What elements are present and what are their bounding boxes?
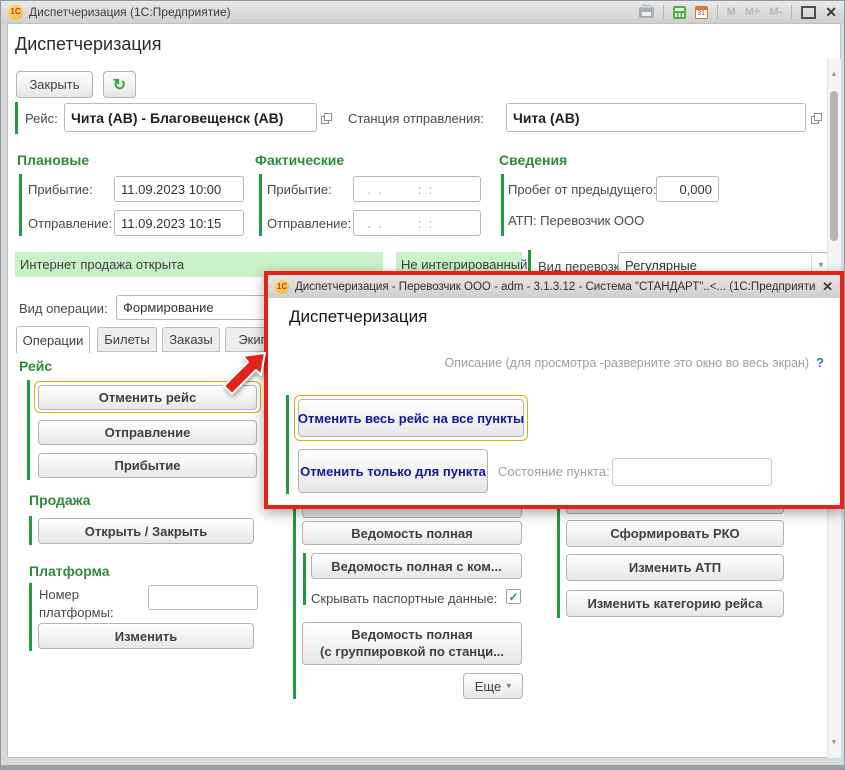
mileage-label: Пробег от предыдущего: [508,182,657,197]
hide-passport-label: Скрывать паспортные данные: [311,591,497,606]
app-window: 1С Диспетчеризация (1С:Предприятие) 31 M… [0,0,845,770]
memory-minus-button: M- [769,6,782,18]
memory-plus-button: M+ [745,6,761,18]
route-field[interactable]: Чита (АВ) - Благовещенск (АВ) [64,103,317,132]
check-icon: ✓ [508,590,518,604]
change-atp-button[interactable]: Изменить АТП [566,554,784,581]
cancel-all-points-button[interactable]: Отменить весь рейс на все пункты [298,399,524,437]
dialog-close-icon[interactable]: ✕ [822,280,833,293]
scrollbar-thumb[interactable] [830,91,838,241]
calculator-icon[interactable] [673,6,686,19]
point-state-label: Состояние пункта: [498,464,610,479]
group-accent-line [27,380,30,480]
window-title: Диспетчеризация (1С:Предприятие) [29,5,231,19]
platform-number-label: Номер платформы: [39,586,139,622]
scroll-down-icon[interactable]: ▼ [827,739,841,746]
change-platform-button[interactable]: Изменить [38,623,254,649]
scroll-up-icon[interactable]: ▲ [827,71,841,78]
page-title: Диспетчеризация [15,34,161,55]
open-route-icon[interactable] [321,111,332,129]
atp-text: АТП: Перевозчик ООО [508,213,644,228]
refresh-button[interactable]: ↻ [103,71,136,98]
chevron-down-icon: ▾ [506,681,511,692]
actual-departure-label: Отправление: [267,216,351,231]
operation-kind-label: Вид операции: [19,301,108,316]
group-accent-line [259,174,262,236]
sheet-full-comment-button[interactable]: Ведомость полная с ком... [311,553,522,579]
planned-departure-label: Отправление: [28,216,112,231]
arrival-button[interactable]: Прибытие [38,453,257,478]
platform-group-title: Платформа [29,563,110,579]
memory-recall-button: M [727,6,736,18]
planned-group-title: Плановые [17,152,89,168]
hide-passport-checkbox[interactable]: ✓ [506,589,521,604]
dialog-titlebar: 1С Диспетчеризация - Перевозчик ООО - ad… [268,275,840,298]
station-label: Станция отправления: [348,111,484,126]
trip-group-title: Рейс [19,358,52,374]
group-accent-line [29,583,32,651]
open-station-icon[interactable] [811,111,822,129]
print-icon[interactable] [639,7,654,18]
close-form-button[interactable]: Закрыть [16,71,93,98]
sheet-full-button[interactable]: Ведомость полная [302,521,522,545]
info-group-title: Сведения [499,152,567,168]
window-titlebar: 1С Диспетчеризация (1С:Предприятие) 31 M… [1,1,844,23]
group-accent-line [501,174,504,236]
open-close-sale-button[interactable]: Открыть / Закрыть [38,518,254,544]
group-accent-line [303,553,306,605]
dialog-title: Диспетчеризация - Перевозчик ООО - adm -… [295,281,816,293]
help-icon[interactable]: ? [816,355,824,370]
1c-logo-icon: 1С [8,5,23,20]
group-accent-line [286,395,289,494]
group-accent-line [15,102,18,134]
sheet-grouped-button[interactable]: Ведомость полная (с группировкой по стан… [302,622,522,665]
titlebar-divider [663,5,664,19]
departure-button[interactable]: Отправление [38,420,257,445]
dialog-description: Описание (для просмотра -разверните это … [445,356,810,370]
change-category-button[interactable]: Изменить категорию рейса [566,590,784,617]
group-accent-line [29,516,32,545]
planned-arrival-field[interactable]: 11.09.2023 10:00 [114,176,244,202]
mileage-field[interactable]: 0,000 [656,176,719,202]
maximize-icon[interactable] [801,6,816,19]
actual-arrival-label: Прибытие: [267,182,332,197]
actual-departure-field[interactable]: . . : : [353,210,481,236]
cancel-trip-dialog: 1С Диспетчеризация - Перевозчик ООО - ad… [264,271,844,509]
actual-arrival-field[interactable]: . . : : [353,176,481,202]
dialog-description-row: Описание (для просмотра -разверните это … [445,355,824,370]
actual-group-title: Фактические [255,152,344,168]
create-rko-button[interactable]: Сформировать РКО [566,520,784,547]
planned-departure-field[interactable]: 11.09.2023 10:15 [114,210,244,236]
window-bottom-edge [1,765,844,769]
close-icon[interactable]: ✕ [825,5,837,19]
titlebar-divider [791,5,792,19]
point-state-input[interactable] [612,458,772,486]
titlebar-divider [717,5,718,19]
annotation-arrow [211,347,275,405]
cancel-point-button[interactable]: Отменить только для пункта [298,449,488,493]
tab-operations[interactable]: Операции [16,326,90,353]
sale-group-title: Продажа [29,492,91,508]
tab-tickets[interactable]: Билеты [97,327,157,352]
station-field[interactable]: Чита (АВ) [506,103,806,132]
group-accent-line [19,174,22,236]
platform-number-input[interactable] [148,585,258,610]
more-button[interactable]: Еще ▾ [463,673,523,699]
1c-logo-icon: 1С [275,280,289,294]
planned-arrival-label: Прибытие: [28,182,93,197]
dialog-heading: Диспетчеризация [289,307,427,327]
route-label: Рейс: [25,111,58,126]
calendar-icon[interactable]: 31 [695,6,708,19]
refresh-icon: ↻ [113,75,126,95]
